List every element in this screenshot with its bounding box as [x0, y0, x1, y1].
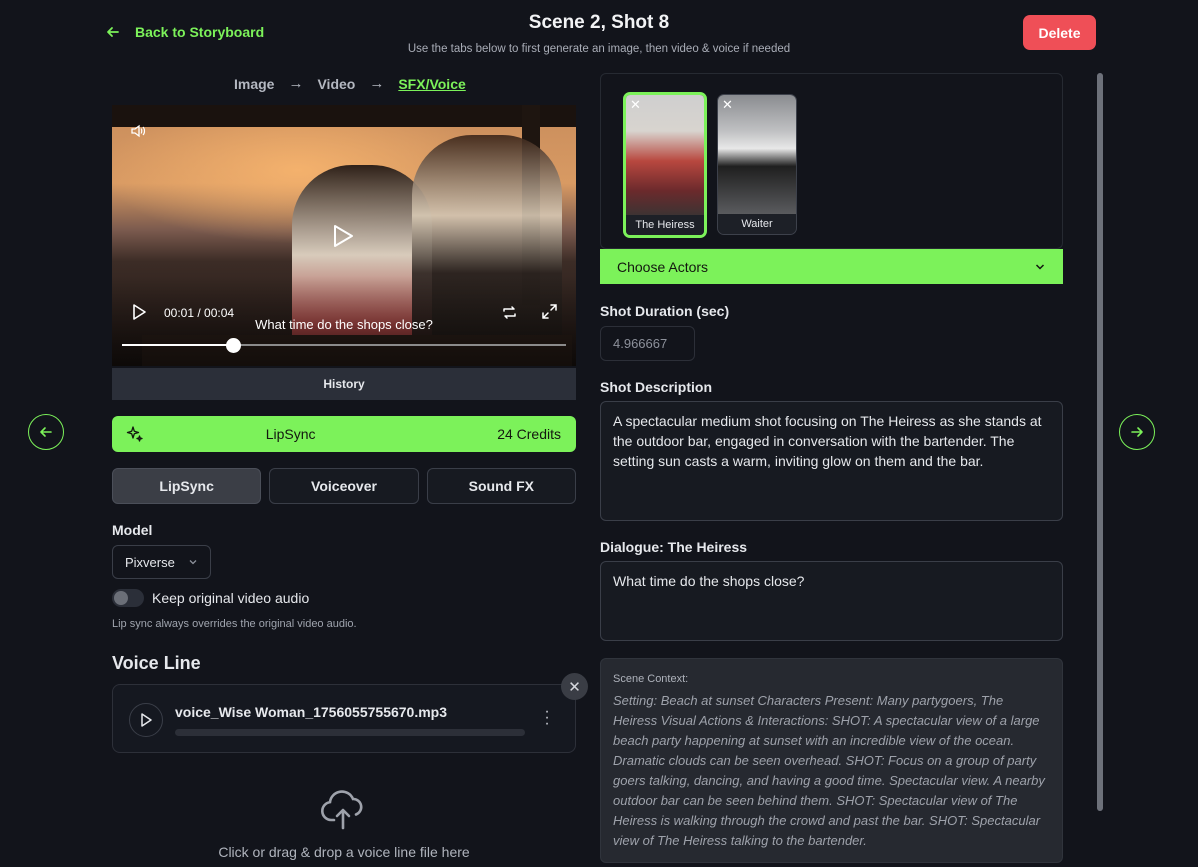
step-sfx-voice[interactable]: SFX/Voice	[398, 76, 465, 92]
tab-sound-fx[interactable]: Sound FX	[426, 468, 576, 504]
arrow-right-icon: →	[288, 75, 304, 92]
actor-photo	[626, 95, 704, 215]
more-options-icon[interactable]: · · ·	[541, 704, 553, 732]
delete-button[interactable]: Delete	[1023, 15, 1096, 50]
lipsync-hint: Lip sync always overrides the original v…	[112, 618, 357, 630]
play-icon	[141, 713, 152, 727]
actor-photo	[718, 95, 796, 214]
sparkles-icon	[126, 426, 143, 442]
actor-card-heiress[interactable]: ✕ The Heiress	[623, 92, 707, 238]
scene-context-body: Setting: Beach at sunset Characters Pres…	[613, 693, 1045, 848]
chevron-down-icon	[189, 560, 197, 565]
lipsync-label: LipSync	[265, 426, 316, 442]
voice-progress-bar[interactable]	[175, 729, 525, 736]
video-seek-handle[interactable]	[225, 338, 241, 353]
description-label: Shot Description	[600, 379, 713, 395]
scene-context-title: Scene Context:	[613, 673, 689, 685]
voice-play-button[interactable]	[129, 703, 163, 737]
keep-audio-label: Keep original video audio	[152, 590, 310, 606]
volume-icon[interactable]	[130, 123, 146, 139]
play-overlay-icon[interactable]	[332, 224, 354, 248]
duration-input[interactable]: 4.966667	[600, 326, 695, 361]
arrow-right-icon: →	[369, 75, 385, 92]
choose-actors-dropdown[interactable]: Choose Actors	[600, 249, 1063, 284]
arrow-left-icon	[40, 427, 52, 437]
voice-line-heading: Voice Line	[112, 653, 201, 673]
scrollbar[interactable]	[1097, 73, 1103, 811]
step-image[interactable]: Image	[234, 76, 274, 92]
tab-lipsync[interactable]: LipSync	[112, 468, 262, 504]
actor-name: Waiter	[718, 214, 796, 234]
previous-shot-button[interactable]	[28, 414, 64, 450]
model-value: Pixverse	[125, 554, 175, 570]
duration-label: Shot Duration (sec)	[600, 303, 730, 319]
chevron-down-icon	[1035, 263, 1045, 270]
page-title: Scene 2, Shot 8	[528, 12, 670, 33]
video-seek-progress	[122, 344, 233, 346]
actor-card-waiter[interactable]: ✕ Waiter	[717, 94, 797, 235]
voice-line-card: voice_Wise Woman_1756055755670.mp3 · · ·	[112, 684, 576, 753]
voice-file-name: voice_Wise Woman_1756055755670.mp3	[175, 704, 448, 720]
description-textarea[interactable]: A spectacular medium shot focusing on Th…	[600, 401, 1063, 521]
credits-label: 24 Credits	[497, 426, 561, 442]
model-select[interactable]: Pixverse	[112, 545, 211, 579]
page-subtitle: Use the tabs below to first generate an …	[407, 43, 791, 55]
fullscreen-icon[interactable]	[541, 303, 558, 320]
keep-audio-toggle[interactable]	[112, 589, 144, 607]
scene-context-box: Scene Context: Setting: Beach at sunset …	[600, 658, 1063, 863]
dialogue-textarea[interactable]: What time do the shops close?	[600, 561, 1063, 641]
video-player[interactable]: 00:01 / 00:04 What time do the shops clo…	[112, 105, 576, 366]
history-button[interactable]: History	[112, 368, 576, 400]
arrow-right-icon	[1131, 427, 1143, 437]
cloud-upload-icon[interactable]	[320, 786, 366, 832]
remove-voice-button[interactable]: ✕	[561, 673, 588, 700]
upload-dropzone-label[interactable]: Click or drag & drop a voice line file h…	[112, 844, 576, 860]
lipsync-generate-button[interactable]: LipSync 24 Credits	[112, 416, 576, 452]
model-label: Model	[112, 522, 153, 538]
actor-name: The Heiress	[626, 215, 704, 235]
choose-actors-label: Choose Actors	[617, 258, 709, 275]
loop-icon[interactable]	[501, 304, 518, 321]
tab-voiceover[interactable]: Voiceover	[269, 468, 419, 504]
next-shot-button[interactable]	[1119, 414, 1155, 450]
dialogue-label: Dialogue: The Heiress	[600, 539, 748, 555]
audio-mode-tabs: LipSync Voiceover Sound FX	[112, 468, 576, 504]
actors-panel: ✕ The Heiress ✕ Waiter	[600, 73, 1063, 249]
step-video[interactable]: Video	[317, 76, 355, 92]
remove-actor-icon[interactable]: ✕	[630, 98, 641, 111]
step-breadcrumb: Image → Video → SFX/Voice	[234, 75, 466, 92]
remove-actor-icon[interactable]: ✕	[722, 98, 733, 111]
